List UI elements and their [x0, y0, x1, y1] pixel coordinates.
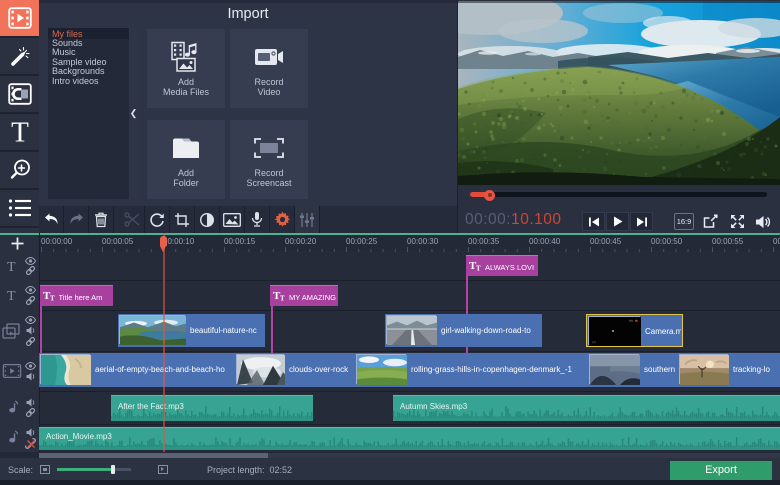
svg-text:T: T [476, 265, 481, 272]
svg-text:T: T [50, 295, 55, 302]
svg-text:T: T [7, 260, 16, 273]
svg-text:T: T [280, 295, 285, 302]
svg-text:T: T [11, 120, 29, 144]
svg-text:T: T [7, 289, 16, 302]
